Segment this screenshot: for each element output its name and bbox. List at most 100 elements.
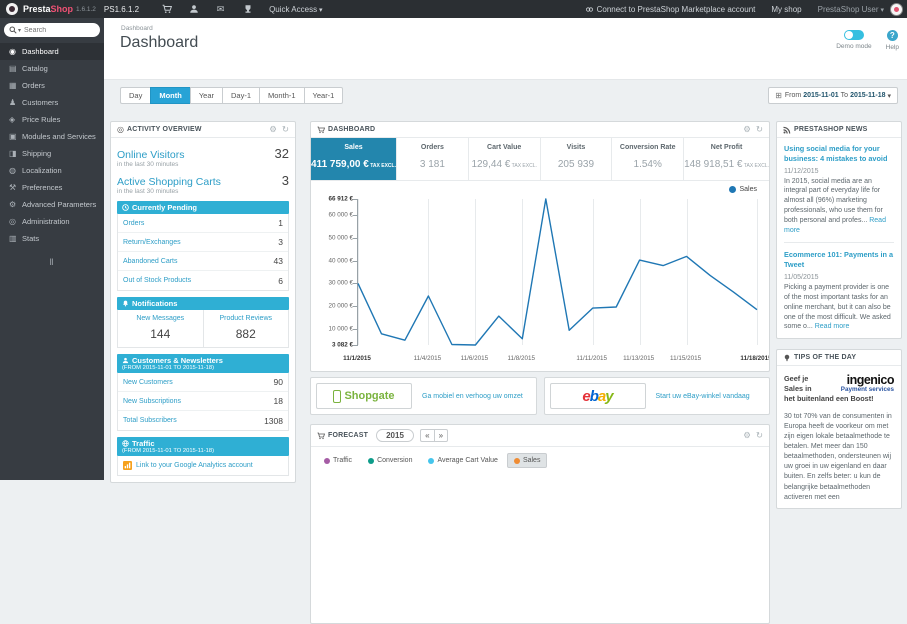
product-reviews-link[interactable]: Product Reviews <box>204 315 289 322</box>
range-button-month[interactable]: Month <box>150 87 190 104</box>
pending-table: Orders1Return/Exchanges3Abandoned Carts4… <box>117 214 289 291</box>
sidebar-item-localization[interactable]: ◍Localization <box>0 162 104 179</box>
search-scope-caret[interactable]: ▾ <box>18 27 21 34</box>
new-messages-cell[interactable]: New Messages 144 <box>118 310 203 347</box>
user-avatar[interactable] <box>890 3 903 16</box>
article-title-link[interactable]: Using social media for your business: 4 … <box>784 144 894 164</box>
help-button[interactable]: ? <box>887 30 898 41</box>
sales-line-svg <box>358 199 757 345</box>
sidebar-item-shipping[interactable]: ◨Shipping <box>0 145 104 162</box>
pending-value: 6 <box>278 276 283 286</box>
brand-presta: Presta <box>23 4 51 14</box>
trophy-icon[interactable] <box>242 4 253 15</box>
brand-shop: Shop <box>51 4 74 14</box>
catalog-icon: ▤ <box>9 64 22 73</box>
pending-label-link[interactable]: Abandoned Carts <box>123 258 177 265</box>
date-range-button[interactable]: ⊞ From 2015-11-01 To 2015-11-18 <box>768 87 898 104</box>
kpi-sales[interactable]: Sales411 759,00 € tax excl. <box>311 138 396 180</box>
gear-icon[interactable]: ⚙ <box>743 124 751 135</box>
active-carts-link[interactable]: Active Shopping Carts <box>117 176 221 188</box>
refresh-icon[interactable]: ↻ <box>756 430 763 441</box>
range-button-day-1[interactable]: Day-1 <box>222 87 259 104</box>
administration-icon: ◎ <box>9 217 22 226</box>
online-visitors-link[interactable]: Online Visitors <box>117 149 185 161</box>
forecast-panel-header: FORECAST 2015 « » ⚙↻ <box>311 425 769 447</box>
search-icon <box>9 26 17 34</box>
traffic-header: Traffic (FROM 2015-11-01 TO 2015-11-18) <box>117 437 289 456</box>
pending-label-link[interactable]: Return/Exchanges <box>123 239 181 246</box>
sidebar-item-stats[interactable]: ▥Stats <box>0 230 104 247</box>
sidebar-item-orders[interactable]: ▦Orders <box>0 77 104 94</box>
previous-year-button[interactable]: « <box>420 429 434 442</box>
kpi-visits[interactable]: Visits205 939 <box>540 138 612 180</box>
ebay-link[interactable]: Start uw eBay-winkel vandaag <box>656 393 750 400</box>
kpi-conversion-rate[interactable]: Conversion Rate1.54% <box>611 138 683 180</box>
sidebar-item-dashboard[interactable]: ◉Dashboard <box>0 43 104 60</box>
gridline <box>757 199 758 345</box>
product-reviews-cell[interactable]: Product Reviews 882 <box>203 310 289 347</box>
customers-label-link[interactable]: New Customers <box>123 379 173 386</box>
kpi-orders[interactable]: Orders3 181 <box>396 138 468 180</box>
demo-mode-toggle[interactable] <box>844 30 864 40</box>
range-button-month-1[interactable]: Month-1 <box>259 87 304 104</box>
forecast-tab-traffic[interactable]: Traffic <box>317 453 359 468</box>
search-input[interactable] <box>24 27 84 34</box>
main-content: Dashboard Dashboard Demo mode ? Help Day… <box>104 18 907 480</box>
clock-icon <box>122 204 129 211</box>
customers-label-link[interactable]: New Subscriptions <box>123 398 181 405</box>
sidebar-search[interactable]: ▾ <box>4 23 100 37</box>
new-messages-link[interactable]: New Messages <box>118 315 203 322</box>
sidebar-item-modules-and-services[interactable]: ▣Modules and Services <box>0 128 104 145</box>
quick-access-menu[interactable]: Quick Access <box>269 5 322 14</box>
google-analytics-link[interactable]: Link to your Google Analytics account <box>136 462 253 469</box>
chart-legend[interactable]: Sales <box>729 186 757 193</box>
sidebar-item-administration[interactable]: ◎Administration <box>0 213 104 230</box>
read-more-link[interactable]: Read more <box>815 323 850 330</box>
google-analytics-icon <box>123 461 132 470</box>
kpi-net-profit[interactable]: Net Profit148 918,51 € tax excl. <box>683 138 769 180</box>
sidebar-item-price-rules[interactable]: ◈Price Rules <box>0 111 104 128</box>
dashboard-column: DASHBOARD ⚙↻ Sales411 759,00 € tax excl.… <box>310 121 770 372</box>
next-year-button[interactable]: » <box>434 429 448 442</box>
shopgate-logo-text: Shopgate <box>344 390 394 402</box>
sidebar-item-label: Catalog <box>22 64 48 73</box>
forecast-tab-label: Average Cart Value <box>437 457 497 464</box>
mail-icon[interactable]: ✉ <box>215 4 226 15</box>
gear-icon[interactable]: ⚙ <box>743 430 751 441</box>
refresh-icon[interactable]: ↻ <box>282 124 289 135</box>
pending-label-link[interactable]: Orders <box>123 220 144 227</box>
kpi-cart-value[interactable]: Cart Value129,44 € tax excl. <box>468 138 540 180</box>
my-shop-link[interactable]: My shop <box>771 5 801 14</box>
demo-mode-label: Demo mode <box>836 43 871 50</box>
range-button-year[interactable]: Year <box>190 87 222 104</box>
user-icon[interactable] <box>188 4 199 15</box>
google-analytics-row[interactable]: Link to your Google Analytics account <box>117 456 289 476</box>
connect-marketplace-link[interactable]: Connect to PrestaShop Marketplace accoun… <box>585 5 756 14</box>
forecast-tab-average-cart-value[interactable]: Average Cart Value <box>421 453 504 468</box>
pending-label-link[interactable]: Out of Stock Products <box>123 277 191 284</box>
legend-label: Sales <box>739 186 757 193</box>
forecast-year-selector[interactable]: 2015 <box>376 429 414 442</box>
shopgate-link[interactable]: Ga mobiel en verhoog uw omzet <box>422 393 523 400</box>
forecast-tab-sales[interactable]: Sales <box>507 453 548 468</box>
customers-label-link[interactable]: Total Subscribers <box>123 417 177 424</box>
gear-icon[interactable]: ⚙ <box>269 124 277 135</box>
user-menu[interactable]: PrestaShop User <box>818 5 884 14</box>
notifications-header: Notifications <box>117 297 289 310</box>
orders-icon: ▦ <box>9 81 22 90</box>
sidebar-item-preferences[interactable]: ⚒Preferences <box>0 179 104 196</box>
sidebar-item-advanced-parameters[interactable]: ⚙Advanced Parameters <box>0 196 104 213</box>
sidebar-item-catalog[interactable]: ▤Catalog <box>0 60 104 77</box>
forecast-tab-conversion[interactable]: Conversion <box>361 453 419 468</box>
read-more-link[interactable]: Read more <box>784 217 886 234</box>
notifications-table: New Messages 144 Product Reviews 882 <box>117 310 289 348</box>
sidebar-item-customers[interactable]: ♟Customers <box>0 94 104 111</box>
refresh-icon[interactable]: ↻ <box>756 124 763 135</box>
cart-icon[interactable] <box>161 4 172 15</box>
tips-body: ingenico Payment services Geef je Sales … <box>777 366 901 511</box>
range-button-year-1[interactable]: Year-1 <box>304 87 344 104</box>
kpi-suffix: tax excl. <box>510 163 537 169</box>
range-button-day[interactable]: Day <box>120 87 150 104</box>
article-title-link[interactable]: Ecommerce 101: Payments in a Tweet <box>784 250 894 270</box>
sidebar-collapse-button[interactable]: ‖ <box>0 257 104 267</box>
